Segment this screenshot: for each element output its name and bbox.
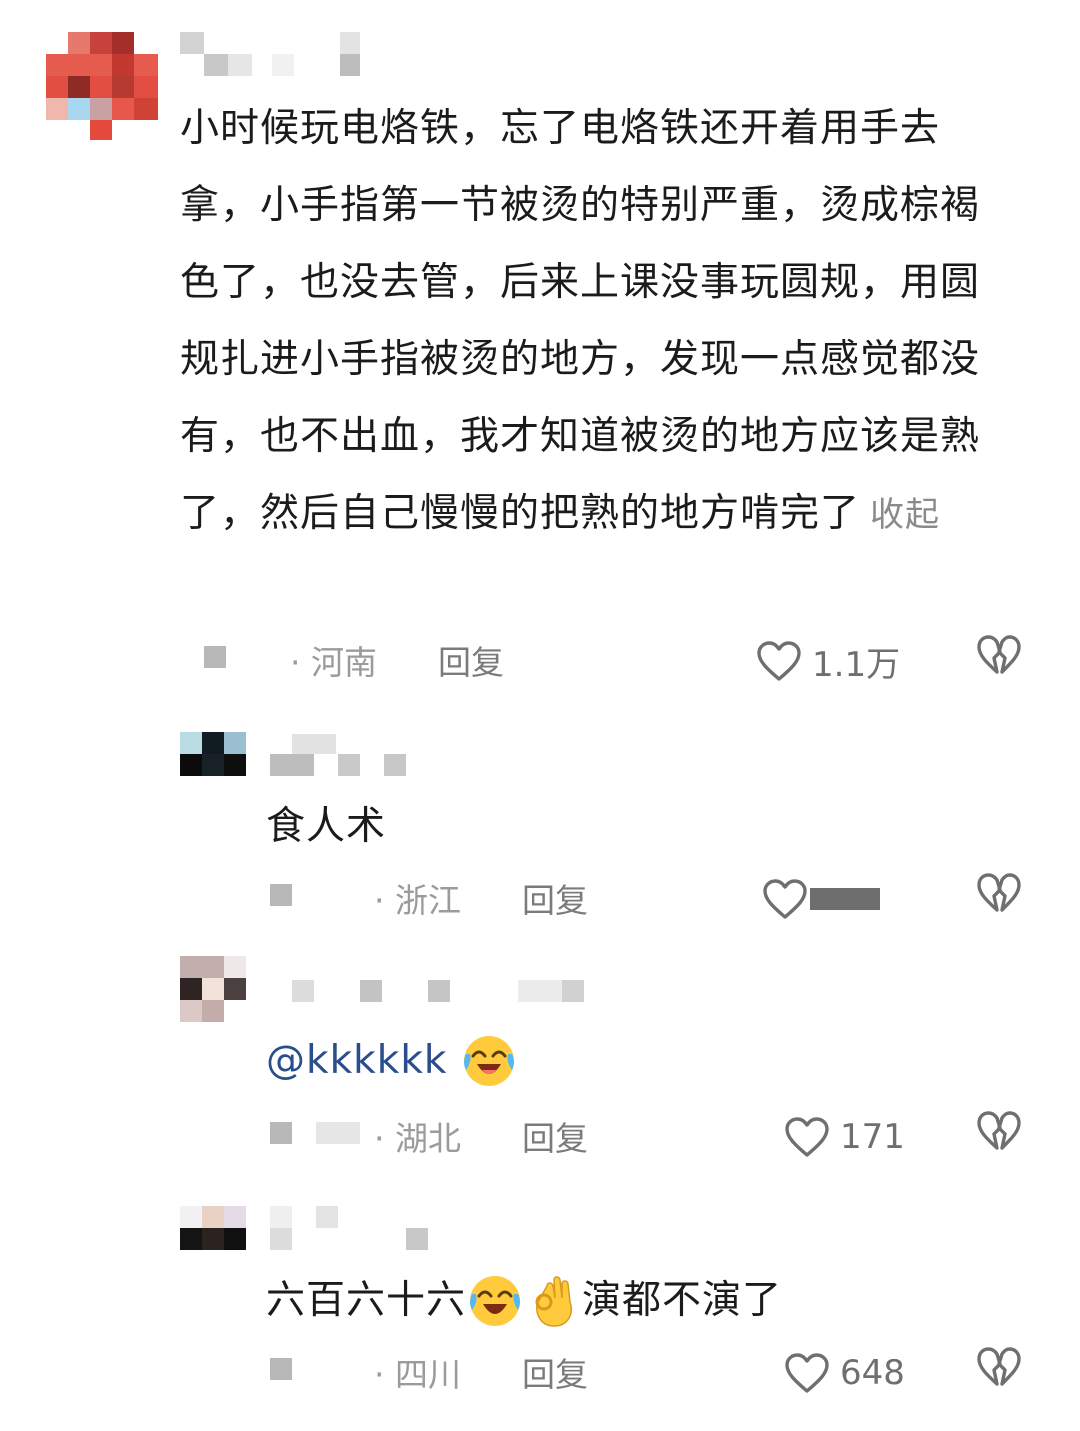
timestamp-redacted: [316, 1122, 360, 1144]
comment-3: @kkkkkk · 湖北 回复 171: [0, 940, 1080, 1190]
reply-button[interactable]: 回复: [522, 1112, 588, 1160]
heart-outline-icon: [785, 1117, 829, 1157]
like-button[interactable]: 1.1万: [756, 636, 900, 686]
reply-button[interactable]: 回复: [438, 636, 504, 684]
dislike-button[interactable]: [976, 1346, 1022, 1398]
username[interactable]: [292, 980, 592, 1002]
like-count: 171: [840, 1117, 905, 1157]
heart-outline-icon: [763, 879, 807, 919]
like-count-redacted: [810, 888, 880, 910]
comment-4: 六百六十六 演都不演了 · 四川 回复 648: [0, 1190, 1080, 1431]
dislike-button[interactable]: [976, 634, 1022, 686]
avatar[interactable]: [180, 1206, 246, 1250]
comment-body-before: 六百六十六: [266, 1278, 467, 1323]
timestamp-redacted: [204, 646, 226, 668]
comment-meta: · 四川 回复 648: [0, 1346, 1080, 1398]
comment-meta: · 浙江 回复: [0, 872, 1080, 924]
reply-button[interactable]: 回复: [522, 1348, 588, 1396]
broken-heart-icon: [977, 1347, 1021, 1386]
mention-link[interactable]: @kkkkkk: [266, 1022, 448, 1099]
timestamp-redacted: [270, 884, 292, 906]
like-button[interactable]: 648: [784, 1348, 905, 1398]
region-label: · 河南: [290, 643, 377, 682]
region-label: · 四川: [374, 1355, 461, 1394]
timestamp-redacted: [270, 1122, 292, 1144]
username[interactable]: [270, 1206, 440, 1250]
timestamp-redacted: [270, 1358, 292, 1380]
username[interactable]: [180, 32, 370, 78]
avatar[interactable]: [180, 732, 246, 776]
comment-body-after: 演都不演了: [582, 1278, 783, 1323]
comment-text: 食人术: [266, 788, 986, 865]
broken-heart-icon: [977, 873, 1021, 912]
avatar[interactable]: [180, 956, 246, 1022]
region-label: · 湖北: [374, 1119, 461, 1158]
dislike-button[interactable]: [976, 1110, 1022, 1162]
heart-outline-icon: [757, 641, 801, 681]
broken-heart-icon: [977, 635, 1021, 674]
comment-body: 食人术: [266, 804, 387, 849]
comment-text: 小时候玩电烙铁，忘了电烙铁还开着用手去拿，小手指第一节被烫的特别严重，烫成棕褐色…: [180, 90, 1000, 554]
avatar[interactable]: [46, 32, 158, 140]
comment-meta: · 河南 回复 1.1万: [0, 634, 1080, 686]
comment-meta: · 湖北 回复 171: [0, 1110, 1080, 1162]
comment-1: 小时候玩电烙铁，忘了电烙铁还开着用手去拿，小手指第一节被烫的特别严重，烫成棕褐色…: [0, 0, 1080, 700]
comment-text: 六百六十六 演都不演了: [266, 1262, 1026, 1339]
reply-button[interactable]: 回复: [522, 874, 588, 922]
dislike-button[interactable]: [976, 872, 1022, 924]
crying-laughing-emoji: [463, 1035, 514, 1086]
username[interactable]: [270, 734, 410, 778]
broken-heart-icon: [977, 1111, 1021, 1150]
region-label: · 浙江: [374, 881, 461, 920]
heart-outline-icon: [785, 1353, 829, 1393]
like-button[interactable]: 171: [784, 1112, 905, 1162]
collapse-link[interactable]: 收起: [870, 495, 940, 535]
like-button[interactable]: [762, 874, 880, 924]
comment-body: 小时候玩电烙铁，忘了电烙铁还开着用手去拿，小手指第一节被烫的特别严重，烫成棕褐色…: [180, 106, 981, 536]
crying-laughing-emoji: [470, 1275, 521, 1326]
like-count: 648: [840, 1353, 905, 1393]
comment-2: 食人术 · 浙江 回复: [0, 700, 1080, 940]
ok-hand-emoji: [535, 1275, 572, 1327]
comment-text: @kkkkkk: [266, 1022, 986, 1099]
like-count: 1.1万: [812, 644, 901, 685]
